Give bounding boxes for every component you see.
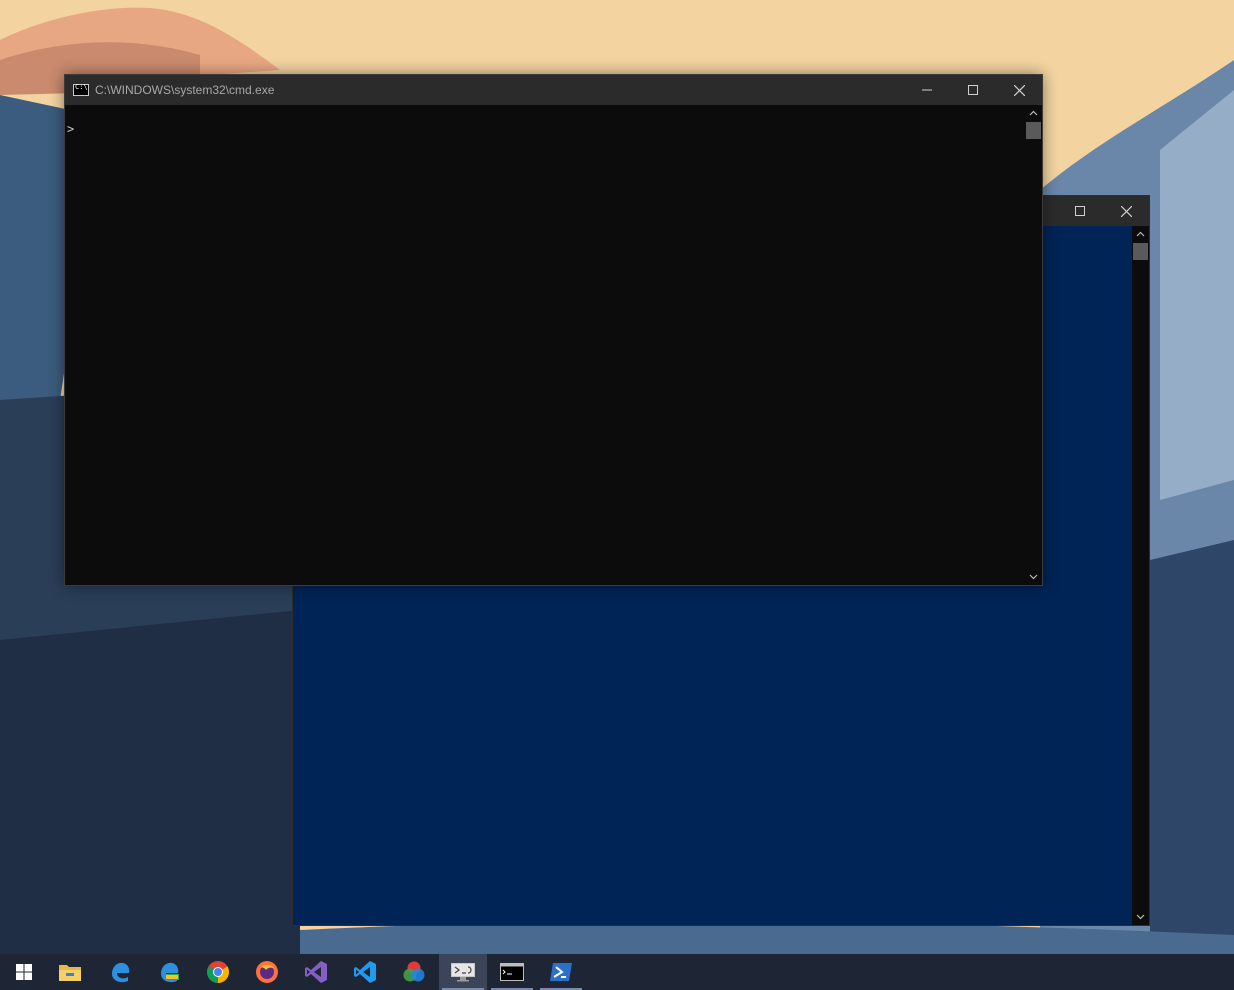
taskbar-command-prompt[interactable] [488, 954, 536, 990]
taskbar-firefox[interactable] [243, 954, 291, 990]
scroll-down-icon[interactable] [1029, 572, 1038, 581]
firefox-icon [256, 961, 278, 983]
rgb-circles-icon [403, 961, 425, 982]
close-icon [1013, 84, 1025, 96]
command-prompt: > [67, 122, 75, 136]
powershell-icon [550, 963, 572, 981]
taskbar-visual-studio[interactable] [292, 954, 340, 990]
folder-icon [59, 965, 81, 981]
minimize-button[interactable] [904, 75, 950, 105]
taskbar-vscode[interactable] [341, 954, 389, 990]
edge-dev-icon [161, 962, 179, 983]
scroll-down-icon[interactable] [1136, 912, 1145, 921]
maximize-button[interactable] [950, 75, 996, 105]
scroll-up-icon[interactable] [1136, 230, 1145, 239]
chrome-icon [207, 961, 229, 983]
start-button[interactable] [0, 954, 48, 990]
taskbar [0, 954, 1234, 990]
taskbar-file-explorer[interactable] [46, 954, 94, 990]
windows-logo-icon [16, 964, 32, 980]
edge-icon [112, 962, 130, 983]
taskbar-powershell[interactable] [537, 954, 585, 990]
close-icon [1120, 205, 1132, 217]
taskbar-edge-dev[interactable] [145, 954, 193, 990]
maximize-button[interactable] [1057, 196, 1103, 226]
window-title: C:\WINDOWS\system32\cmd.exe [95, 83, 275, 97]
maximize-icon [968, 85, 978, 95]
terminal-icon [500, 963, 524, 981]
vscode-icon [354, 961, 376, 983]
close-button[interactable] [996, 75, 1042, 105]
scroll-thumb[interactable] [1026, 122, 1041, 139]
cmd-titlebar[interactable]: C:\WINDOWS\system32\cmd.exe [65, 75, 1042, 105]
cmd-window[interactable]: C:\WINDOWS\system32\cmd.exe > [64, 74, 1043, 586]
cmd-icon [73, 83, 89, 96]
taskbar-color-tool[interactable] [390, 954, 438, 990]
powershell-scrollbar[interactable] [1132, 226, 1149, 925]
cmd-console-area[interactable]: > [65, 105, 1025, 585]
taskbar-chrome[interactable] [194, 954, 242, 990]
maximize-icon [1075, 206, 1085, 216]
remote-desktop-icon [451, 963, 475, 982]
close-button[interactable] [1103, 196, 1149, 226]
cmd-scrollbar[interactable] [1025, 105, 1042, 585]
taskbar-remote-desktop[interactable] [439, 954, 487, 990]
taskbar-edge[interactable] [96, 954, 144, 990]
visual-studio-icon [305, 961, 327, 983]
minimize-icon [922, 89, 932, 91]
scroll-up-icon[interactable] [1029, 109, 1038, 118]
scroll-thumb[interactable] [1133, 243, 1148, 260]
